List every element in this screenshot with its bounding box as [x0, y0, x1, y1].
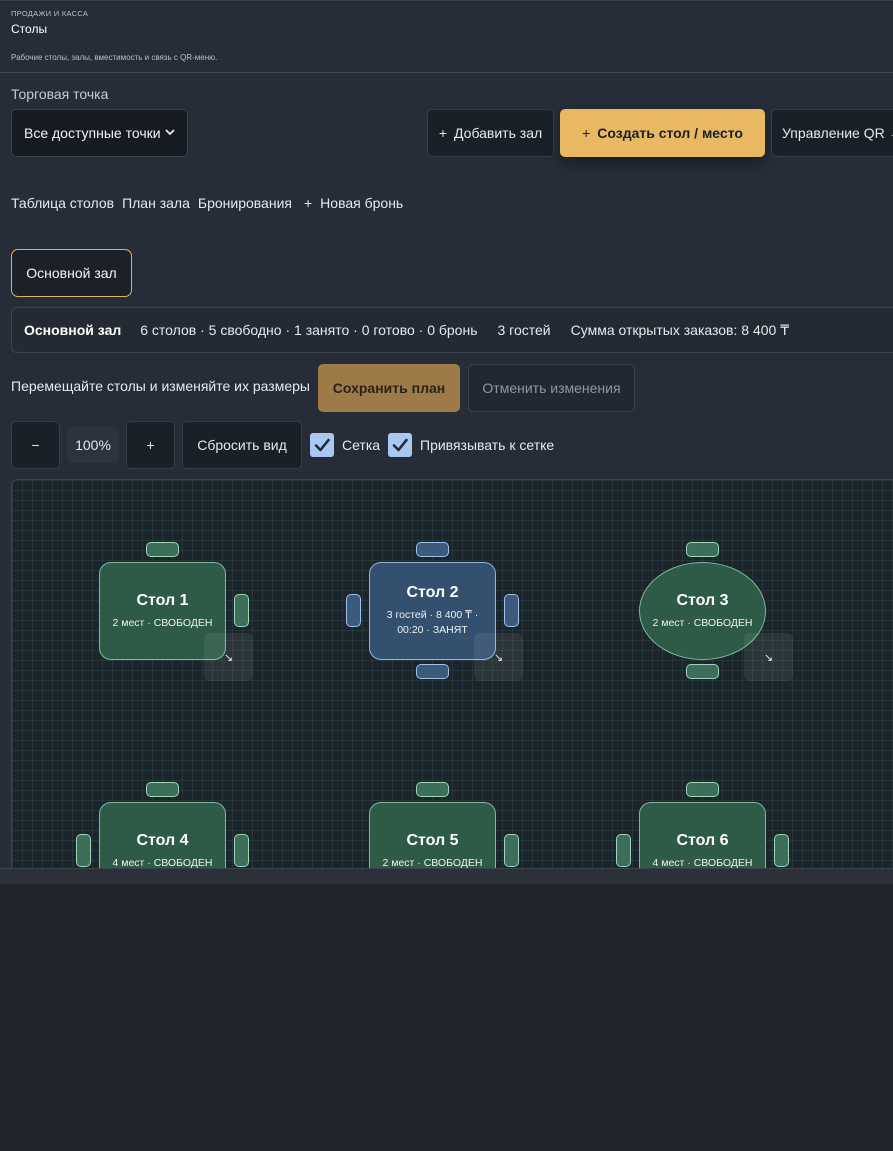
page-header: ПРОДАЖИ И КАССА Столы Рабочие столы, зал…	[0, 1, 893, 73]
seat	[234, 834, 249, 867]
seat	[76, 834, 91, 867]
tab-bookings[interactable]: Бронирования	[198, 195, 292, 211]
new-booking-link[interactable]: Новая бронь	[320, 195, 403, 211]
table-status: 3 гостей · 8 400 ₸ ·	[386, 609, 479, 621]
table-name: Стол 4	[136, 831, 189, 849]
add-hall-label: Добавить зал	[454, 125, 543, 141]
grid-label: Сетка	[342, 437, 381, 453]
seat	[686, 542, 719, 557]
checkmark-icon	[314, 438, 330, 452]
outlet-label: Торговая точка	[11, 86, 109, 102]
grid-checkbox[interactable]	[310, 433, 334, 457]
tab-tables[interactable]: Таблица столов	[11, 195, 114, 211]
seat	[504, 834, 519, 867]
seat	[416, 664, 449, 679]
table-status: 4 мест · СВОБОДЕН	[652, 856, 753, 869]
seat	[416, 542, 449, 557]
section-eyebrow: ПРОДАЖИ И КАССА	[11, 9, 89, 18]
seat	[146, 542, 179, 557]
table-status: 2 мест · СВОБОДЕН	[382, 856, 483, 869]
plan-edit-hint: Перемещайте столы и изменяйте их размеры	[11, 378, 310, 394]
resize-handle[interactable]: ↘	[204, 633, 253, 681]
seat	[686, 664, 719, 679]
table-status: 4 мест · СВОБОДЕН	[112, 856, 213, 869]
seat	[616, 834, 631, 867]
table-status: 2 мест · СВОБОДЕН	[652, 616, 753, 629]
summary-hall-name: Основной зал	[24, 322, 122, 338]
table-6[interactable]: Стол 6 4 мест · СВОБОДЕН	[639, 802, 766, 868]
seat	[504, 594, 519, 627]
plus-icon: +	[438, 125, 448, 141]
outlet-select-value: Все доступные точки	[24, 125, 161, 141]
manage-qr-button[interactable]: Управление QR →	[771, 109, 893, 157]
seat	[416, 782, 449, 797]
create-table-label: Создать стол / место	[597, 125, 743, 141]
resize-handle[interactable]: ↘	[474, 633, 523, 681]
hall-summary: Основной зал 6 столов · 5 свободно · 1 з…	[11, 307, 893, 353]
zoom-out-button[interactable]: −	[11, 421, 60, 469]
table-status: 2 мест · СВОБОДЕН	[112, 616, 213, 629]
view-tabs: Таблица столов План зала Бронирования + …	[11, 195, 403, 211]
snap-to-grid-label: Привязывать к сетке	[420, 437, 555, 453]
snap-to-grid-checkbox[interactable]	[388, 433, 412, 457]
chevron-down-icon	[165, 128, 175, 139]
table-name: Стол 2	[406, 584, 459, 601]
table-name: Стол 5	[406, 831, 459, 849]
zoom-in-button[interactable]: +	[126, 421, 175, 469]
table-name: Стол 6	[676, 831, 729, 849]
cancel-changes-button[interactable]: Отменить изменения	[468, 364, 635, 412]
seat	[234, 594, 249, 627]
horizontal-scrollbar[interactable]	[0, 868, 893, 884]
add-hall-button[interactable]: + Добавить зал	[427, 109, 554, 157]
manage-qr-label: Управление QR →	[782, 125, 893, 141]
summary-stats: 6 столов · 5 свободно · 1 занято · 0 гот…	[140, 322, 478, 338]
floor-plan-canvas[interactable]: Стол 1 2 мест · СВОБОДЕН ↘ Стол 2 3 гост…	[11, 479, 893, 868]
tab-floor-plan[interactable]: План зала	[122, 195, 190, 211]
plus-icon: +	[582, 125, 591, 141]
page-subtitle: Рабочие столы, залы, вместимость и связь…	[11, 53, 218, 62]
resize-handle[interactable]: ↘	[744, 633, 793, 681]
zoom-level: 100%	[67, 427, 119, 463]
seat	[346, 594, 361, 627]
page-title: Столы	[11, 22, 48, 36]
hall-chip-main[interactable]: Основной зал	[11, 249, 132, 297]
seat	[774, 834, 789, 867]
plus-icon[interactable]: +	[304, 195, 312, 211]
create-table-button[interactable]: + Создать стол / место	[560, 109, 765, 157]
tables-panel: ПРОДАЖИ И КАССА Столы Рабочие столы, зал…	[0, 0, 893, 868]
seat	[146, 782, 179, 797]
seat	[686, 782, 719, 797]
summary-open-orders: Сумма открытых заказов: 8 400 ₸	[570, 321, 790, 338]
summary-guests: 3 гостей	[497, 322, 551, 338]
reset-view-button[interactable]: Сбросить вид	[182, 421, 302, 469]
table-status-time: 00:20 · ЗАНЯТ	[397, 624, 468, 636]
table-5[interactable]: Стол 5 2 мест · СВОБОДЕН	[369, 802, 496, 868]
save-plan-button[interactable]: Сохранить план	[318, 364, 460, 412]
table-4[interactable]: Стол 4 4 мест · СВОБОДЕН	[99, 802, 226, 868]
checkmark-icon	[392, 438, 408, 452]
table-name: Стол 3	[676, 591, 729, 609]
table-name: Стол 1	[136, 591, 189, 609]
outlet-select[interactable]: Все доступные точки	[11, 109, 188, 157]
